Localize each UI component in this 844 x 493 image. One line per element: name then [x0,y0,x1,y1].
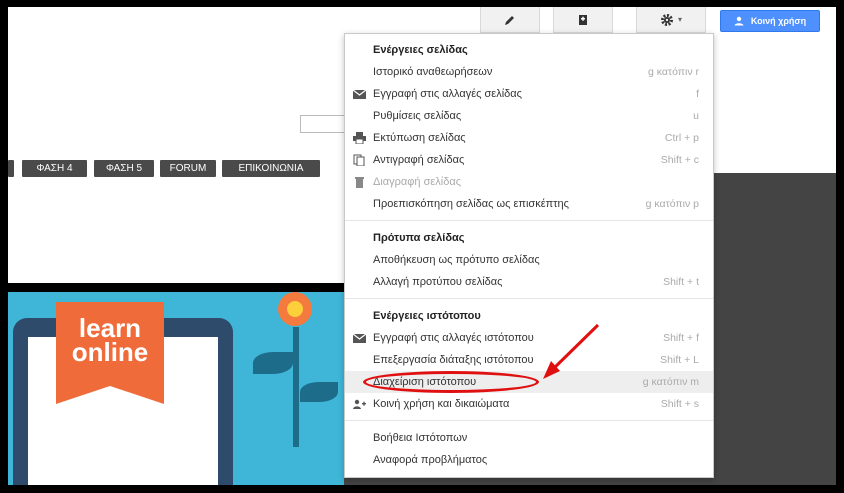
arrow-annotation [543,323,600,379]
page-viewport: ▾ Κοινή χρήση ΦΑΣΗ 4 ΦΑΣΗ 5 FORUM ΕΠΙΚΟΙ… [8,7,836,485]
